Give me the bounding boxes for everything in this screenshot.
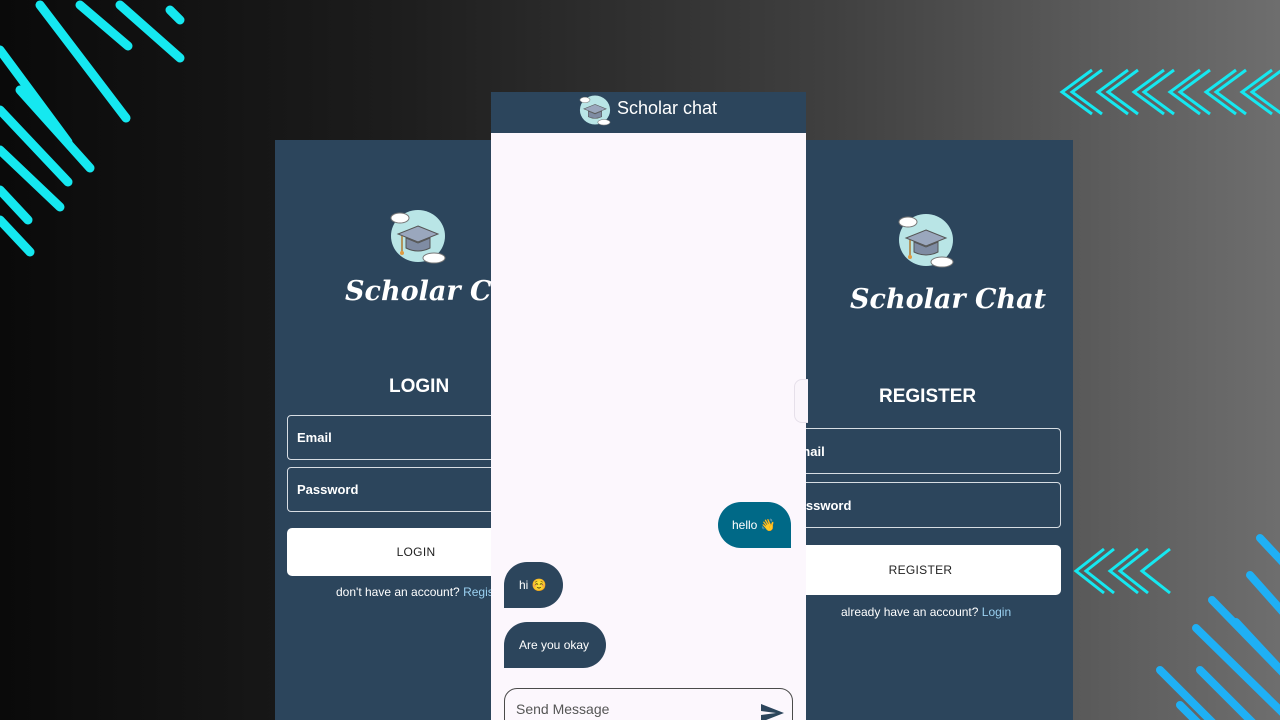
message-bubble-sent: hello 👋 xyxy=(718,502,791,548)
message-input[interactable] xyxy=(504,688,793,720)
message-text: Are you okay xyxy=(519,638,590,652)
graduation-cap-cloud-icon xyxy=(390,210,446,264)
message-bubble-received: Are you okay xyxy=(504,622,607,668)
password-field[interactable] xyxy=(780,482,1061,528)
message-bubble-received: hi ☺️ xyxy=(504,562,563,608)
chat-title: Scholar chat xyxy=(617,98,718,118)
email-field[interactable] xyxy=(780,428,1061,474)
graduation-cap-cloud-icon xyxy=(898,214,954,268)
login-prompt-text: already have an account? xyxy=(841,605,982,619)
register-button[interactable]: REGISTER xyxy=(780,545,1061,595)
message-text: hello 👋 xyxy=(732,518,776,532)
register-title: REGISTER xyxy=(879,386,977,407)
register-panel: Scholar Chat REGISTER REGISTER already h… xyxy=(780,140,1073,720)
decor-stripes-bottom-right xyxy=(1156,534,1280,720)
register-prompt-text: don't have an account? xyxy=(336,585,464,599)
login-prompt: already have an account? Login xyxy=(841,605,1011,619)
scroll-handle[interactable] xyxy=(794,379,808,423)
login-panel: Scholar Chat LOGIN LOGIN don't have an a… xyxy=(275,140,545,720)
send-arrow-icon[interactable] xyxy=(757,700,787,720)
login-title: LOGIN xyxy=(389,376,450,397)
graduation-cap-cloud-icon xyxy=(579,95,611,126)
register-prompt: don't have an account? Register xyxy=(336,585,508,599)
chat-app-bar: Scholar chat xyxy=(491,92,806,133)
brand-title: Scholar Chat xyxy=(850,284,1047,315)
message-text: hi ☺️ xyxy=(519,578,547,592)
login-link[interactable]: Login xyxy=(982,605,1011,619)
decor-chevrons-top-right xyxy=(1059,68,1280,116)
chat-window: Scholar chat hello 👋 hi ☺️ Are you okay xyxy=(491,92,806,720)
decor-stripes-top-left xyxy=(0,0,185,257)
